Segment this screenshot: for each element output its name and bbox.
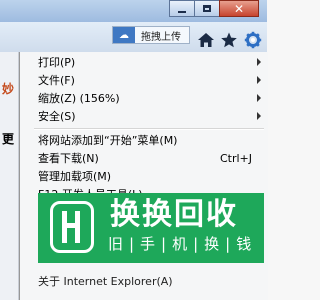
menu-item-label: 缩放(Z) (156%) [38, 92, 120, 105]
menu-item-add-to-start[interactable]: 将网站添加到“开始”菜单(M) [20, 131, 268, 149]
menu-item-label: 文件(F) [38, 74, 75, 87]
command-bar: ☁ 拖拽上传 [0, 22, 267, 53]
maximize-icon [203, 5, 211, 12]
submenu-arrow-icon [257, 58, 261, 66]
maximize-button[interactable] [194, 0, 220, 17]
menu-item-manage-addons[interactable]: 管理加载项(M) [20, 167, 268, 185]
menu-item-shortcut: Ctrl+J [219, 151, 252, 165]
menu-item-about-ie[interactable]: 关于 Internet Explorer(A) [20, 272, 268, 290]
watermark-banner: 换换回收 旧|手|机|换|钱 [38, 193, 264, 263]
window-controls: ✕ [169, 0, 259, 18]
drag-upload-label: 拖拽上传 [141, 31, 181, 43]
watermark-subtitle: 旧|手|机|换|钱 [108, 235, 258, 253]
menu-separator [34, 128, 264, 130]
watermark-title: 换换回收 [110, 197, 238, 232]
page-content-edge: 妙 更 [0, 52, 19, 300]
home-icon[interactable] [197, 31, 215, 49]
menu-item-label: 打印(P) [38, 56, 76, 69]
minimize-icon [178, 10, 186, 13]
menu-item-zoom[interactable]: 缩放(Z) (156%) [20, 89, 268, 107]
menu-item-file[interactable]: 文件(F) [20, 71, 268, 89]
menu-item-label: 安全(S) [38, 110, 76, 123]
cloud-upload-icon: ☁ [113, 27, 135, 43]
submenu-arrow-icon [257, 112, 261, 120]
submenu-arrow-icon [257, 94, 261, 102]
page-logo-fragment: 妙 [2, 82, 15, 96]
menu-item-label: 关于 Internet Explorer(A) [38, 275, 173, 288]
gear-icon[interactable] [244, 31, 262, 49]
title-bar: ✕ [0, 0, 267, 23]
close-button[interactable]: ✕ [219, 0, 259, 17]
watermark-logo-icon [50, 201, 94, 253]
page-text-fragment: 更 [2, 132, 15, 146]
minimize-button[interactable] [169, 0, 195, 17]
menu-item-label: 管理加载项(M) [38, 170, 112, 183]
menu-item-print[interactable]: 打印(P) [20, 53, 268, 71]
favorites-star-icon[interactable] [220, 31, 238, 49]
menu-item-label: 将网站添加到“开始”菜单(M) [38, 134, 178, 147]
submenu-arrow-icon [257, 76, 261, 84]
close-icon: ✕ [233, 1, 245, 16]
menu-item-safety[interactable]: 安全(S) [20, 107, 268, 125]
menu-item-view-downloads[interactable]: 查看下载(N) Ctrl+J [20, 149, 268, 167]
menu-item-label: 查看下载(N) [38, 152, 99, 165]
drag-upload-button[interactable]: ☁ 拖拽上传 [112, 26, 190, 44]
